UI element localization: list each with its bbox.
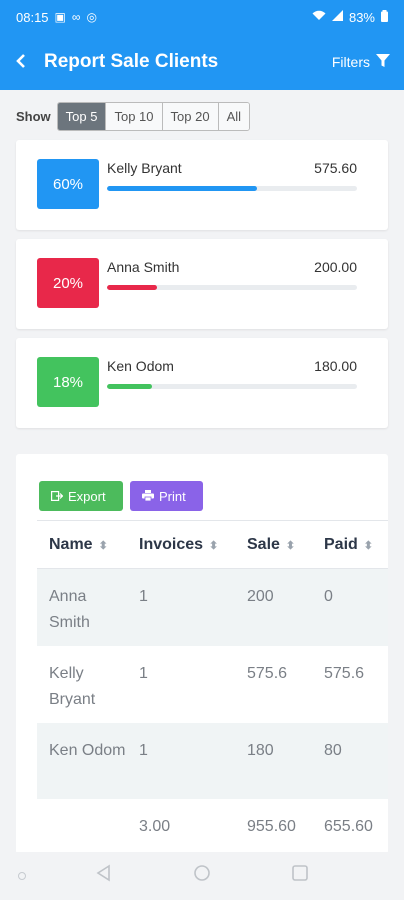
back-nav-icon[interactable]	[95, 864, 113, 888]
recents-nav-icon[interactable]	[291, 864, 309, 888]
top-n-segmented-control: Top 5 Top 10 Top 20 All	[56, 102, 251, 131]
cell-invoices: 1	[127, 568, 235, 646]
back-icon[interactable]	[14, 49, 42, 75]
total-name	[37, 799, 127, 855]
export-icon	[51, 489, 64, 504]
client-card[interactable]: 20% Anna Smith 200.00	[16, 239, 388, 329]
table-scroll-container[interactable]: Name ⬍ Invoices ⬍ Sale ⬍ Paid ⬍ Anna Smith 1…	[37, 520, 388, 854]
page-title: Report Sale Clients	[44, 51, 219, 72]
sort-icon: ⬍	[363, 539, 374, 552]
percent-badge: 60%	[37, 159, 99, 209]
cell-paid: 575.6	[324, 664, 365, 682]
progress-track	[107, 186, 357, 191]
sales-table: Name ⬍ Invoices ⬍ Sale ⬍ Paid ⬍ Anna Smith 1…	[37, 520, 388, 854]
column-header-name[interactable]: Name ⬍	[37, 520, 127, 569]
total-sale: 955.60	[247, 817, 296, 835]
show-selector: Show Top 5 Top 10 Top 20 All	[16, 102, 251, 131]
cell-sale: 180	[235, 722, 312, 799]
cell-name: Ken Odom	[37, 722, 127, 799]
show-label: Show	[16, 109, 51, 124]
column-header-paid[interactable]: Paid ⬍	[312, 520, 388, 569]
progress-fill	[107, 285, 157, 290]
status-bar: 08:15 ▣ ∞ ◎ 83%	[0, 0, 404, 34]
client-name: Kelly Bryant	[107, 160, 182, 176]
app-notification-icon: ◎	[86, 10, 97, 24]
system-nav-bar	[0, 852, 404, 900]
sort-icon: ⬍	[209, 539, 219, 552]
app-bar: Report Sale Clients Filters	[0, 34, 404, 90]
table-row[interactable]: Anna Smith 1 200 0	[37, 568, 388, 646]
export-label: Export	[68, 488, 106, 504]
print-label: Print	[159, 488, 186, 504]
top-20-option[interactable]: Top 20	[162, 103, 219, 130]
top-5-option[interactable]: Top 5	[57, 103, 107, 130]
client-amount: 200.00	[314, 259, 357, 275]
signal-icon	[331, 10, 343, 24]
client-name: Ken Odom	[107, 358, 174, 374]
totals-row: 3.00 955.60 655.60	[37, 799, 388, 855]
cell-name: Anna Smith	[37, 568, 127, 646]
cell-paid: 80	[312, 722, 388, 799]
progress-fill	[107, 384, 152, 389]
all-option[interactable]: All	[218, 103, 250, 130]
table-actions: Export Print	[39, 481, 203, 511]
export-button[interactable]: Export	[39, 481, 123, 511]
client-card[interactable]: 18% Ken Odom 180.00	[16, 338, 388, 428]
column-header-sale[interactable]: Sale ⬍	[235, 520, 312, 569]
percent-badge: 20%	[37, 258, 99, 308]
sort-icon: ⬍	[285, 539, 296, 552]
progress-track	[107, 285, 357, 290]
battery-percent: 83%	[348, 9, 375, 25]
filters-label: Filters	[331, 54, 370, 70]
gallery-icon: ▣	[54, 10, 66, 24]
total-paid: 655.60	[324, 817, 373, 835]
funnel-icon	[376, 53, 390, 71]
client-amount: 575.60	[314, 160, 357, 176]
table-row[interactable]: Kelly Bryant 1 575.6 575.6	[37, 646, 388, 723]
sales-table-card: Export Print Name ⬍ Invoices ⬍ Sale ⬍ Paid ⬍…	[16, 454, 388, 854]
cell-sale: 575.6	[247, 664, 288, 682]
voicemail-icon: ∞	[71, 10, 81, 24]
total-invoices: 3.00	[139, 817, 171, 835]
top-10-option[interactable]: Top 10	[106, 103, 163, 130]
printer-icon	[142, 489, 154, 504]
client-card[interactable]: 60% Kelly Bryant 575.60	[16, 140, 388, 230]
cell-invoices: 1	[139, 664, 148, 682]
client-name: Anna Smith	[107, 259, 180, 275]
battery-icon	[381, 9, 388, 25]
cell-name: Kelly Bryant	[49, 664, 96, 708]
progress-fill	[107, 186, 257, 191]
sort-icon: ⬍	[98, 539, 108, 552]
cell-invoices: 1	[127, 722, 235, 799]
home-nav-icon[interactable]	[193, 864, 211, 888]
client-amount: 180.00	[314, 358, 357, 374]
status-time: 08:15	[16, 9, 49, 25]
table-header-row: Name ⬍ Invoices ⬍ Sale ⬍ Paid ⬍	[37, 520, 388, 569]
percent-badge: 18%	[37, 357, 99, 407]
filters-button[interactable]: Filters	[331, 53, 390, 71]
print-button[interactable]: Print	[130, 481, 203, 511]
table-row[interactable]: Ken Odom 1 180 80	[37, 722, 388, 799]
progress-track	[107, 384, 357, 389]
column-header-invoices[interactable]: Invoices ⬍	[127, 520, 235, 569]
wifi-icon	[312, 10, 326, 24]
cell-paid: 0	[312, 568, 388, 646]
nav-indicator-dot	[18, 872, 26, 880]
cell-sale: 200	[235, 568, 312, 646]
